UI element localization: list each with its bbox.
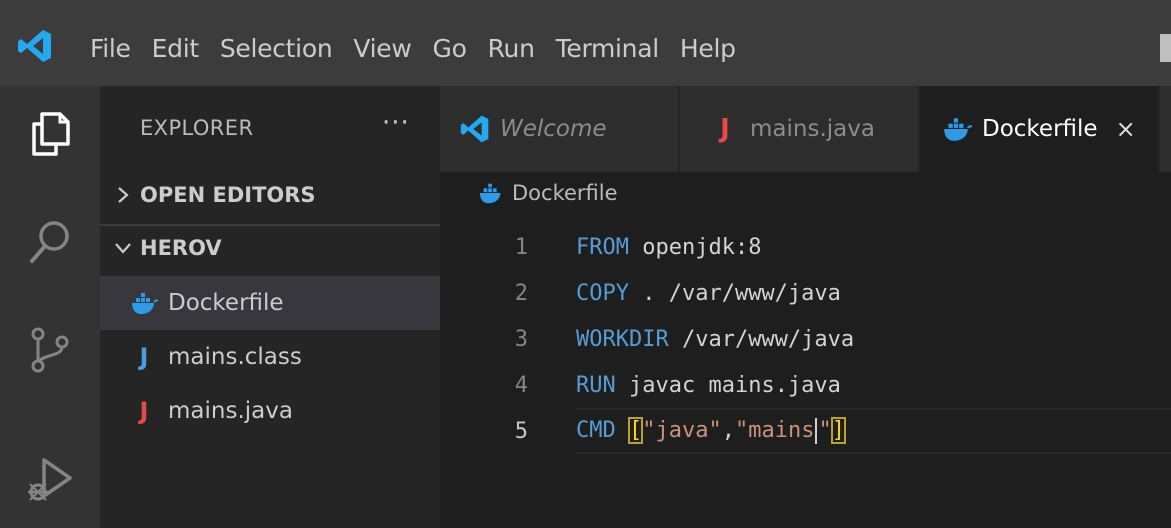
- menu-go[interactable]: Go: [433, 34, 467, 63]
- menu-help[interactable]: Help: [680, 34, 736, 63]
- explorer-icon[interactable]: [24, 108, 76, 160]
- folder-section-herov[interactable]: HEROV: [100, 224, 440, 270]
- docker-icon: [479, 183, 501, 204]
- string: "java": [642, 418, 722, 443]
- tab-label: Welcome: [500, 116, 607, 142]
- tab-label: mains.java: [750, 116, 875, 142]
- bracket-open: [: [627, 417, 644, 444]
- line-content: RUN javac mains.java: [576, 373, 841, 398]
- open-editors-label: OPEN EDITORS: [140, 183, 316, 207]
- tab-bar: Welcome J mains.java Dockerfile ×: [440, 86, 1171, 172]
- run-debug-icon[interactable]: [24, 454, 76, 506]
- folder-label: HEROV: [140, 236, 222, 260]
- chevron-right-icon: [118, 187, 129, 203]
- line-number: 5: [514, 418, 528, 444]
- close-icon[interactable]: ×: [1116, 115, 1136, 143]
- explorer-more-button[interactable]: ···: [382, 108, 410, 138]
- keyword: RUN: [576, 372, 616, 398]
- search-icon[interactable]: [24, 216, 76, 268]
- java-icon: J: [139, 397, 149, 425]
- arg: javac mains.java: [615, 372, 841, 398]
- code-line: 3 WORKDIR /var/www/java: [440, 316, 1171, 362]
- arg: . /var/www/java: [628, 280, 841, 306]
- bracket-close: ]: [830, 417, 846, 444]
- java-icon: J: [720, 114, 730, 144]
- line-number: 4: [514, 372, 528, 398]
- line-number: 2: [514, 280, 528, 306]
- menu-edit[interactable]: Edit: [152, 34, 200, 63]
- keyword: FROM: [576, 234, 629, 260]
- file-name: Dockerfile: [168, 290, 284, 316]
- code-line: 4 RUN javac mains.java: [440, 362, 1171, 408]
- vscode-logo-icon: [18, 30, 51, 62]
- tab-label: Dockerfile: [982, 116, 1098, 142]
- breadcrumb[interactable]: Dockerfile: [478, 180, 618, 206]
- file-item-mains-java[interactable]: J mains.java: [100, 384, 440, 438]
- arg: /var/www/java: [668, 326, 855, 352]
- line-content: FROM openjdk:8: [576, 235, 761, 260]
- window-control-edge: [1160, 34, 1171, 62]
- java-class-icon: J: [139, 343, 149, 371]
- code-line: 1 FROM openjdk:8: [440, 224, 1171, 270]
- menu-run[interactable]: Run: [488, 34, 535, 63]
- line-number: 1: [514, 234, 528, 260]
- keyword: COPY: [576, 280, 629, 306]
- line-content: COPY . /var/www/java: [576, 281, 841, 306]
- open-editors-section[interactable]: OPEN EDITORS: [100, 172, 440, 218]
- chevron-down-icon: [115, 243, 131, 254]
- activity-bar: [0, 86, 100, 528]
- file-item-dockerfile[interactable]: Dockerfile: [100, 276, 440, 330]
- line-content: CMD ["java","mains "]: [576, 417, 846, 444]
- string: ": [818, 418, 832, 443]
- source-control-icon[interactable]: [24, 324, 76, 376]
- keyword: CMD: [576, 418, 616, 443]
- menu-selection[interactable]: Selection: [220, 34, 333, 63]
- menu-view[interactable]: View: [353, 34, 411, 63]
- file-item-mains-class[interactable]: J mains.class: [100, 330, 440, 384]
- docker-icon: [132, 293, 158, 314]
- explorer-title: EXPLORER: [140, 116, 254, 140]
- keyword: WORKDIR: [576, 326, 669, 352]
- tab-welcome[interactable]: Welcome: [440, 86, 678, 172]
- code-line-active: 5 CMD ["java","mains "]: [440, 408, 1171, 454]
- line-number: 3: [514, 326, 528, 352]
- code-line: 2 COPY . /var/www/java: [440, 270, 1171, 316]
- string: "mains: [734, 418, 815, 443]
- arg: openjdk:8: [628, 234, 762, 260]
- tab-overflow: [1160, 86, 1171, 172]
- explorer-sidebar: EXPLORER ··· OPEN EDITORS HEROV Dockerfi…: [100, 86, 440, 528]
- line-content: WORKDIR /var/www/java: [576, 327, 854, 352]
- file-name: mains.java: [168, 398, 293, 424]
- editor-area: Welcome J mains.java Dockerfile × Docker…: [440, 86, 1171, 528]
- docker-icon: [944, 118, 972, 141]
- tab-mains-java[interactable]: J mains.java: [680, 86, 918, 172]
- tab-dockerfile[interactable]: Dockerfile ×: [920, 86, 1158, 172]
- vscode-icon: [460, 115, 489, 143]
- menu-bar: File Edit Selection View Go Run Terminal…: [90, 30, 757, 66]
- menu-terminal[interactable]: Terminal: [556, 34, 660, 63]
- menu-file[interactable]: File: [90, 34, 131, 63]
- breadcrumb-file: Dockerfile: [512, 181, 618, 205]
- comma: ,: [721, 418, 735, 443]
- title-bar: File Edit Selection View Go Run Terminal…: [0, 0, 1171, 86]
- file-name: mains.class: [168, 344, 302, 370]
